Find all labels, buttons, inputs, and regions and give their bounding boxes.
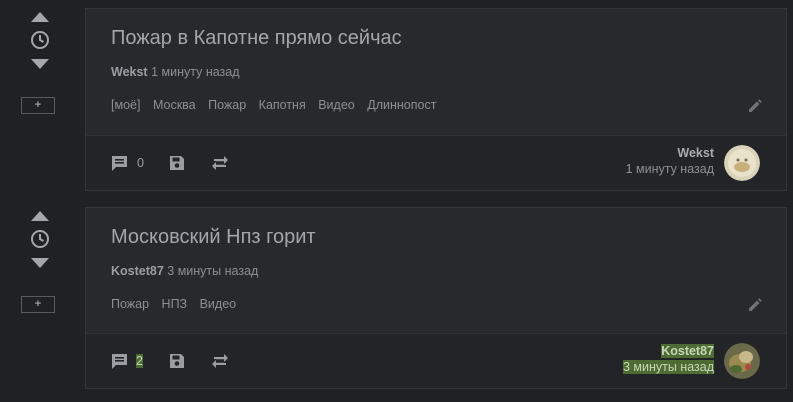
post-meta: Kostet87 3 минуты назад: [111, 264, 258, 278]
avatar[interactable]: [724, 343, 760, 379]
save-button[interactable]: [169, 154, 185, 172]
tag[interactable]: Видео: [200, 297, 237, 311]
add-button[interactable]: +: [21, 296, 55, 313]
tag[interactable]: Пожар: [208, 98, 246, 112]
comment-count: 0: [137, 156, 144, 170]
post-meta: Wekst 1 минуту назад: [111, 65, 240, 79]
downvote-arrow-icon[interactable]: [30, 253, 50, 273]
tag[interactable]: Москва: [153, 98, 196, 112]
tag[interactable]: Видео: [318, 98, 355, 112]
comments-button[interactable]: 2: [111, 352, 143, 370]
post-title[interactable]: Пожар в Капотне прямо сейчас: [111, 27, 402, 50]
post-time: 3 минуты назад: [167, 264, 259, 278]
footer-author: Wekst 1 минуту назад: [626, 146, 714, 176]
tag[interactable]: Пожар: [111, 297, 149, 311]
comment-count: 2: [136, 354, 143, 368]
comments-button[interactable]: 0: [111, 154, 144, 172]
upvote-arrow-icon[interactable]: [30, 206, 50, 226]
post-footer: 2 Kostet87 3 минуты назад: [86, 333, 786, 388]
upvote-arrow-icon[interactable]: [30, 7, 50, 27]
post-footer: 0 Wekst 1 минуту назад: [86, 135, 786, 190]
tag-list: Пожар НПЗ Видео: [111, 297, 245, 311]
pencil-icon[interactable]: [748, 298, 762, 312]
save-button[interactable]: [169, 352, 185, 370]
repost-button[interactable]: [210, 352, 230, 370]
post-author-link[interactable]: Kostet87: [111, 264, 164, 278]
repeat-icon: [212, 156, 228, 170]
repost-button[interactable]: [210, 154, 230, 172]
tag[interactable]: [моё]: [111, 98, 140, 112]
tag-list: [моё] Москва Пожар Капотня Видео Длинноп…: [111, 98, 445, 112]
clock-icon[interactable]: [30, 229, 50, 249]
pencil-icon[interactable]: [748, 99, 762, 113]
save-icon: [170, 354, 184, 368]
tag[interactable]: Длиннопост: [367, 98, 436, 112]
post-author-link[interactable]: Wekst: [111, 65, 148, 79]
post-time: 1 минуту назад: [151, 65, 240, 79]
footer-time: 3 минуты назад: [622, 360, 714, 374]
tag[interactable]: НПЗ: [162, 297, 188, 311]
footer-author-name[interactable]: Kostet87: [661, 344, 714, 358]
avatar[interactable]: [724, 145, 760, 181]
footer-time: 1 минуту назад: [625, 162, 714, 176]
comment-icon: [112, 155, 127, 171]
comment-icon: [112, 353, 127, 369]
post-card: Пожар в Капотне прямо сейчас Wekst 1 мин…: [85, 8, 787, 191]
clock-icon[interactable]: [30, 30, 50, 50]
save-icon: [170, 156, 184, 170]
post-card: Московский Нпз горит Kostet87 3 минуты н…: [85, 207, 787, 389]
footer-author: Kostet87 3 минуты назад: [622, 344, 714, 374]
post-title[interactable]: Московский Нпз горит: [111, 226, 316, 249]
add-button[interactable]: +: [21, 97, 55, 114]
repeat-icon: [212, 354, 228, 368]
tag[interactable]: Капотня: [259, 98, 306, 112]
downvote-arrow-icon[interactable]: [30, 54, 50, 74]
footer-author-name[interactable]: Wekst: [626, 146, 714, 160]
